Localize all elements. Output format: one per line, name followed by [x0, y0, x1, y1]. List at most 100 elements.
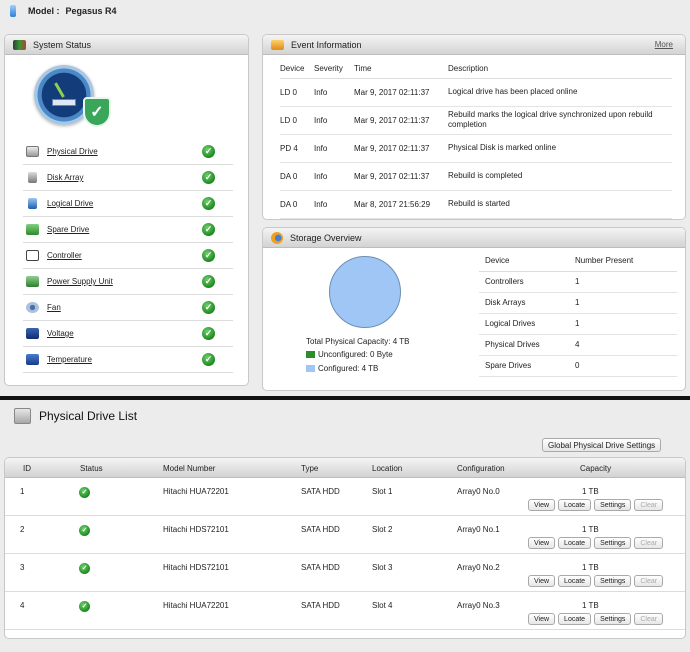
- calendar-icon: [271, 39, 284, 50]
- global-physical-drive-settings-button[interactable]: Global Physical Drive Settings: [542, 438, 662, 452]
- col-device[interactable]: Device: [280, 60, 314, 79]
- drive-configuration: Array0 No.0: [457, 487, 500, 496]
- col-id[interactable]: ID: [23, 464, 31, 473]
- locate-button[interactable]: Locate: [558, 575, 592, 587]
- settings-button[interactable]: Settings: [594, 575, 632, 587]
- device-icon: [10, 5, 16, 17]
- drive-capacity: 1 TB: [582, 525, 599, 534]
- col-type[interactable]: Type: [301, 464, 318, 473]
- drive-model: Hitachi HDS72101: [163, 525, 229, 534]
- locate-button[interactable]: Locate: [558, 613, 592, 625]
- drive-configuration: Array0 No.2: [457, 563, 500, 572]
- section-divider: [0, 396, 690, 400]
- ok-check-icon: ✓: [202, 145, 215, 158]
- locate-button[interactable]: Locate: [558, 537, 592, 549]
- event-device: PD 4: [280, 134, 314, 163]
- power-supply-link[interactable]: Power Supply Unit: [47, 277, 202, 286]
- status-row-disk-array: Disk Array ✓: [23, 165, 233, 191]
- settings-button[interactable]: Settings: [594, 613, 632, 625]
- controller-link[interactable]: Controller: [47, 251, 202, 260]
- fan-link[interactable]: Fan: [47, 303, 202, 312]
- event-description: Rebuild is completed: [448, 162, 672, 191]
- settings-button[interactable]: Settings: [594, 537, 632, 549]
- event-table: Device Severity Time Description LD 0 In…: [280, 60, 672, 219]
- device-count: 0: [569, 355, 677, 377]
- status-row-voltage: Voltage ✓: [23, 321, 233, 347]
- drive-actions: View Locate Settings Clear: [528, 613, 664, 625]
- event-severity: Info: [314, 190, 354, 219]
- locate-button[interactable]: Locate: [558, 499, 592, 511]
- status-ok-icon: ✓: [79, 601, 90, 612]
- col-model-number[interactable]: Model Number: [163, 464, 215, 473]
- event-device: DA 0: [280, 190, 314, 219]
- ok-check-icon: ✓: [202, 275, 215, 288]
- event-description: Rebuild marks the logical drive synchron…: [448, 106, 672, 135]
- event-row: PD 4 Info Mar 9, 2017 02:11:37 Physical …: [280, 134, 672, 163]
- ok-check-icon: ✓: [202, 353, 215, 366]
- event-row: LD 0 Info Mar 9, 2017 02:11:37 Logical d…: [280, 78, 672, 107]
- spare-drive-link[interactable]: Spare Drive: [47, 225, 202, 234]
- drive-table: ID Status Model Number Type Location Con…: [4, 457, 686, 639]
- status-row-controller: Controller ✓: [23, 243, 233, 269]
- model-value: Pegasus R4: [65, 6, 117, 16]
- device-count: 1: [569, 292, 677, 314]
- status-row-power-supply: Power Supply Unit ✓: [23, 269, 233, 295]
- col-time[interactable]: Time: [354, 60, 448, 79]
- col-capacity[interactable]: Capacity: [580, 464, 611, 473]
- device-count: 1: [569, 271, 677, 293]
- event-description: Physical Disk is marked online: [448, 134, 672, 163]
- ok-check-icon: ✓: [202, 223, 215, 236]
- status-ok-icon: ✓: [79, 525, 90, 536]
- col-description[interactable]: Description: [448, 60, 672, 79]
- drive-stack-icon: [14, 408, 31, 424]
- power-supply-icon: [26, 276, 39, 287]
- drive-configuration: Array0 No.3: [457, 601, 500, 610]
- drive-id: 3: [20, 563, 25, 572]
- logical-drive-link[interactable]: Logical Drive: [47, 199, 202, 208]
- clear-button[interactable]: Clear: [634, 613, 664, 625]
- col-status[interactable]: Status: [80, 464, 103, 473]
- event-device: LD 0: [280, 78, 314, 107]
- temperature-link[interactable]: Temperature: [47, 355, 202, 364]
- unconfigured-swatch: [306, 351, 315, 358]
- drive-actions: View Locate Settings Clear: [528, 499, 664, 511]
- more-link[interactable]: More: [655, 40, 673, 49]
- device-count-header: Device Number Present: [479, 250, 677, 272]
- drive-actions: View Locate Settings Clear: [528, 537, 664, 549]
- drive-id: 1: [20, 487, 25, 496]
- disk-array-link[interactable]: Disk Array: [47, 173, 202, 182]
- gauge-needle: [54, 82, 65, 98]
- voltage-link[interactable]: Voltage: [47, 329, 202, 338]
- drive-row: 4 ✓ Hitachi HUA72201 SATA HDD Slot 4 Arr…: [5, 592, 685, 630]
- total-capacity: Total Physical Capacity: 4 TB: [306, 337, 410, 346]
- clear-button[interactable]: Clear: [634, 575, 664, 587]
- view-button[interactable]: View: [528, 499, 556, 511]
- clear-button[interactable]: Clear: [634, 537, 664, 549]
- col-configuration[interactable]: Configuration: [457, 464, 505, 473]
- event-device: DA 0: [280, 162, 314, 191]
- view-button[interactable]: View: [528, 575, 556, 587]
- col-location[interactable]: Location: [372, 464, 402, 473]
- system-status-icon: [13, 39, 26, 50]
- storage-overview-panel: Storage Overview Total Physical Capacity…: [262, 227, 686, 391]
- view-button[interactable]: View: [528, 613, 556, 625]
- status-list: Physical Drive ✓ Disk Array ✓ Logical Dr…: [23, 139, 233, 373]
- model-text: Model : Pegasus R4: [28, 6, 117, 16]
- drive-id: 4: [20, 601, 25, 610]
- model-label: Model :: [28, 6, 60, 16]
- page-title: Physical Drive List: [39, 409, 138, 423]
- status-row-temperature: Temperature ✓: [23, 347, 233, 373]
- col-severity[interactable]: Severity: [314, 60, 354, 79]
- event-device: LD 0: [280, 106, 314, 135]
- device-count-row: Physical Drives 4: [479, 334, 677, 356]
- view-button[interactable]: View: [528, 537, 556, 549]
- configured-swatch: [306, 365, 315, 372]
- drive-type: SATA HDD: [301, 601, 340, 610]
- system-status-panel: System Status ✓ Physical Drive ✓ Disk Ar…: [4, 34, 249, 386]
- drive-model: Hitachi HUA72201: [163, 487, 229, 496]
- physical-drive-link[interactable]: Physical Drive: [47, 147, 202, 156]
- settings-button[interactable]: Settings: [594, 499, 632, 511]
- clear-button[interactable]: Clear: [634, 499, 664, 511]
- physical-drive-icon: [26, 146, 39, 157]
- drive-row: 2 ✓ Hitachi HDS72101 SATA HDD Slot 2 Arr…: [5, 516, 685, 554]
